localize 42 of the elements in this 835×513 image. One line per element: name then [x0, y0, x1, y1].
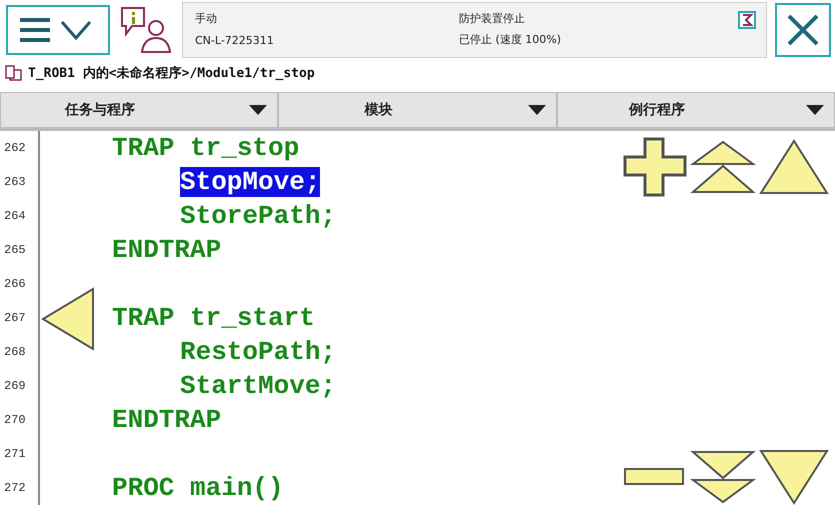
code-line[interactable]: PROC main(): [112, 473, 284, 503]
code-line[interactable]: ENDTRAP: [112, 235, 222, 265]
line-number: 268: [1, 335, 40, 369]
caret-icon: [528, 105, 546, 115]
line-number: 269: [1, 369, 40, 403]
code-line[interactable]: ENDTRAP: [112, 405, 222, 435]
close-button[interactable]: [775, 3, 831, 57]
event-log-icon[interactable]: [118, 4, 174, 56]
dropdown-tab[interactable]: 例行程序: [556, 92, 835, 128]
page-down-icon[interactable]: [689, 450, 757, 504]
left-arrow-icon[interactable]: [39, 287, 97, 351]
caret-icon: [249, 105, 268, 115]
page-up-icon[interactable]: [689, 140, 757, 194]
line-number: 270: [1, 403, 40, 437]
line-number: 272: [1, 471, 40, 505]
line-number: 266: [1, 267, 40, 301]
system-name: CN-L-7225311: [195, 34, 275, 47]
line-number: 263: [1, 165, 40, 199]
line-number: 271: [1, 437, 40, 471]
line-number: 264: [1, 199, 40, 233]
code-line[interactable]: TRAP tr_stop: [112, 133, 300, 163]
code-line[interactable]: RestoPath;: [180, 337, 336, 367]
down-arrow-icon[interactable]: [759, 449, 829, 505]
state-text: 防护装置停止: [459, 11, 526, 26]
line-number: 262: [1, 131, 40, 165]
zoom-in-icon[interactable]: [623, 137, 687, 197]
caret-icon: [806, 105, 824, 115]
line-number: 265: [1, 233, 40, 267]
up-arrow-icon[interactable]: [759, 139, 829, 195]
line-number: 267: [1, 301, 40, 335]
code-line[interactable]: TRAP tr_start: [112, 303, 315, 333]
code-line[interactable]: StorePath;: [180, 201, 336, 231]
speed-text: 已停止 (速度 100%): [459, 32, 562, 47]
mode-text: 手动: [195, 11, 218, 26]
menu-button[interactable]: [6, 5, 110, 55]
zoom-out-icon[interactable]: [623, 467, 687, 487]
program-path: T_ROB1 内的<未命名程序>/Module1/tr_stop: [28, 64, 315, 82]
code-line[interactable]: StartMove;: [180, 371, 336, 401]
robot-status-icon: [738, 11, 756, 29]
program-icon: [4, 64, 24, 82]
dropdown-tab[interactable]: 模块: [278, 92, 557, 128]
dropdown-tab[interactable]: 任务与程序: [0, 92, 278, 128]
